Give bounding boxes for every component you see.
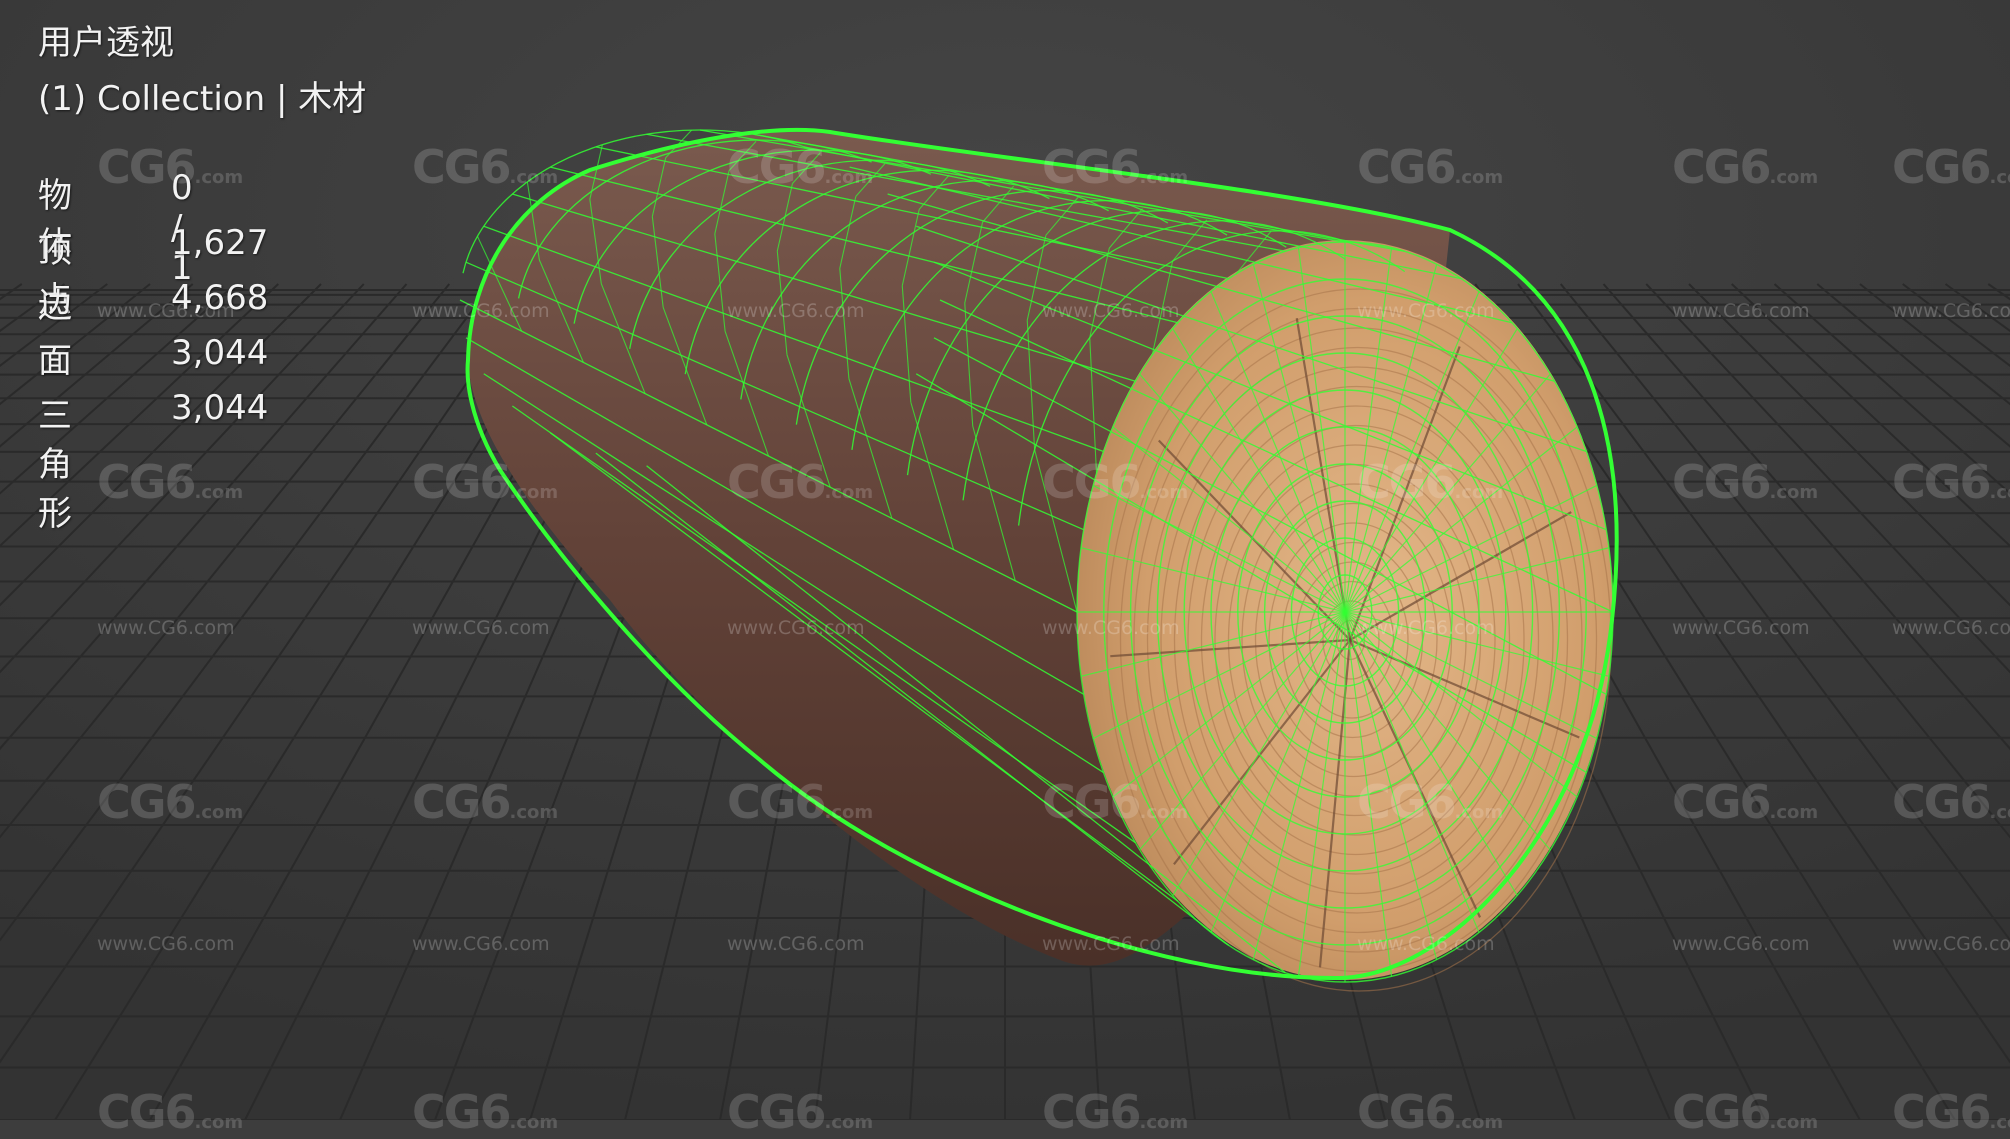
watermark-url: www.CG6.com	[727, 933, 865, 955]
stat-label: 三角形	[38, 388, 72, 535]
stat-value: 4,668	[171, 278, 268, 318]
watermark-logo: CG6.com	[412, 455, 558, 509]
watermark-url: www.CG6.com	[1357, 933, 1495, 955]
watermark-logo: CG6.com	[1357, 140, 1503, 194]
watermark-logo: CG6.com	[1892, 455, 2010, 509]
watermark-url: www.CG6.com	[1357, 617, 1495, 639]
watermark-url: www.CG6.com	[1042, 300, 1180, 322]
watermark-logo: CG6.com	[1042, 1085, 1188, 1139]
watermark-logo: CG6.com	[727, 1085, 873, 1139]
watermark-url: www.CG6.com	[727, 617, 865, 639]
watermark-logo: CG6.com	[1672, 140, 1818, 194]
stat-label: 边	[38, 278, 72, 327]
watermark-logo: CG6.com	[412, 140, 558, 194]
watermark-logo: CG6.com	[1357, 455, 1503, 509]
watermark-url: www.CG6.com	[412, 300, 550, 322]
stat-value: 3,044	[171, 333, 268, 373]
watermark-logo: CG6.com	[412, 1085, 558, 1139]
watermark-url: www.CG6.com	[1357, 300, 1495, 322]
watermark-logo: CG6.com	[1672, 455, 1818, 509]
watermark-url: www.CG6.com	[1042, 617, 1180, 639]
stat-value: 1,627	[171, 223, 268, 263]
watermark-url: www.CG6.com	[1892, 300, 2010, 322]
watermark-logo: CG6.com	[1042, 455, 1188, 509]
watermark-url: www.CG6.com	[1672, 617, 1810, 639]
watermark-logo: CG6.com	[1042, 775, 1188, 829]
watermark-logo: CG6.com	[1357, 775, 1503, 829]
watermark-logo: CG6.com	[97, 1085, 243, 1139]
watermark-logo: CG6.com	[1892, 1085, 2010, 1139]
watermark-url: www.CG6.com	[1672, 300, 1810, 322]
watermark-logo: CG6.com	[727, 140, 873, 194]
watermark-url: www.CG6.com	[1892, 933, 2010, 955]
3d-viewport[interactable]: www.CG6.com www.CG6.com www.CG6.com www.CG6…	[0, 0, 2010, 1120]
watermark-logo: CG6.com	[1042, 140, 1188, 194]
watermark-logo: CG6.com	[1892, 140, 2010, 194]
watermark-logo: CG6.com	[727, 455, 873, 509]
watermark-url: www.CG6.com	[1042, 933, 1180, 955]
watermark-logo: CG6.com	[97, 775, 243, 829]
watermark-logo: CG6.com	[412, 775, 558, 829]
view-title: 用户透视	[38, 26, 174, 60]
watermark-url: www.CG6.com	[1892, 617, 2010, 639]
stat-label: 面	[38, 333, 72, 382]
stat-value: 3,044	[171, 388, 268, 428]
watermark-logo: CG6.com	[1892, 775, 2010, 829]
watermark-logo: CG6.com	[1672, 1085, 1818, 1139]
collection-label: (1) Collection | 木材	[38, 82, 366, 116]
watermark-url: www.CG6.com	[97, 617, 235, 639]
watermark-url: www.CG6.com	[97, 933, 235, 955]
watermark-logo: CG6.com	[727, 775, 873, 829]
watermark-url: www.CG6.com	[412, 933, 550, 955]
watermark-url: www.CG6.com	[1672, 933, 1810, 955]
watermark-logo: CG6.com	[1357, 1085, 1503, 1139]
watermark-logo: CG6.com	[1672, 775, 1818, 829]
watermark-url: www.CG6.com	[727, 300, 865, 322]
watermark-logo: CG6.com	[97, 455, 243, 509]
watermark-url: www.CG6.com	[412, 617, 550, 639]
